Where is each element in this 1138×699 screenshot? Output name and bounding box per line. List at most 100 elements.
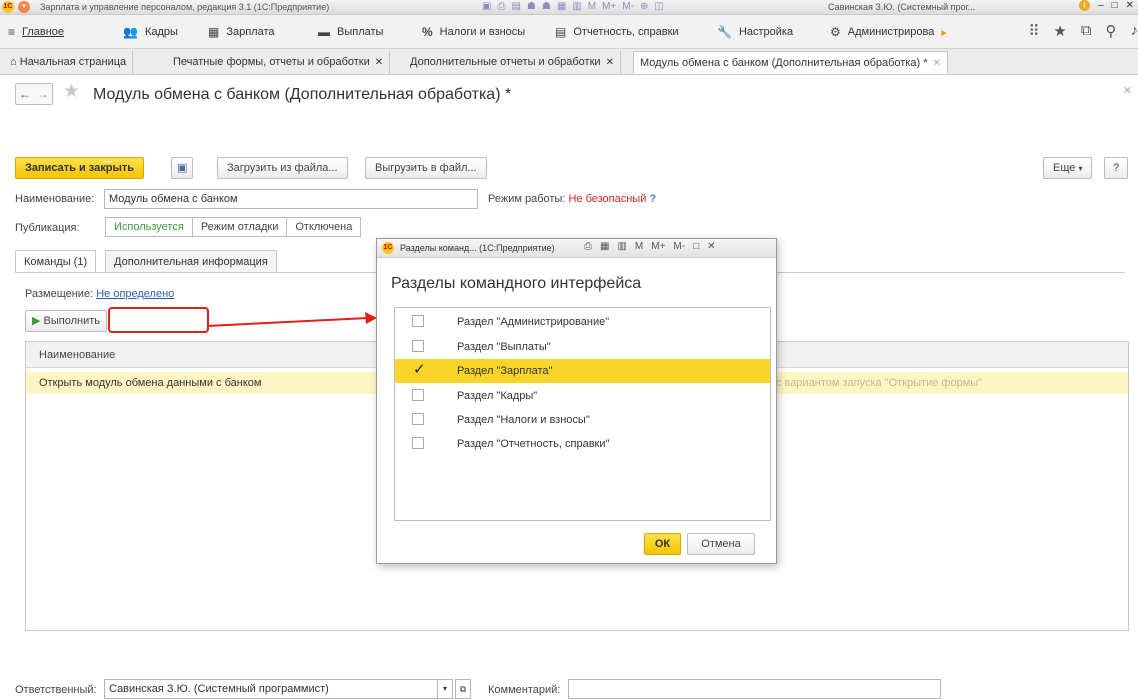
notification-bell-icon[interactable]: ♪ (1131, 22, 1138, 40)
preview-icon[interactable]: ▤ (511, 1, 520, 12)
home-icon: ⌂ (10, 56, 20, 68)
list-item[interactable]: Раздел "Кадры" (395, 384, 770, 408)
wrench-icon: 🔧 (717, 25, 732, 39)
favorites-star-icon[interactable]: ★ (1053, 22, 1066, 40)
calendar-icon[interactable]: ▥ (617, 241, 626, 252)
load-from-file-button[interactable]: Загрузить из файла... (217, 157, 348, 179)
close-form-icon[interactable]: ✕ (1123, 84, 1132, 97)
mode-help-icon[interactable]: ? (649, 193, 656, 205)
list-item[interactable]: Раздел "Отчетность, справки" (395, 432, 770, 456)
publication-disabled[interactable]: Отключена (286, 217, 361, 237)
export-to-file-button[interactable]: Выгрузить в файл... (365, 157, 487, 179)
checkbox[interactable] (412, 389, 424, 401)
current-user[interactable]: Савинская З.Ю. (Системный прог... (828, 2, 975, 12)
print-icon[interactable]: ⎙ (497, 1, 505, 12)
info-icon[interactable]: i (1079, 0, 1090, 11)
minimize-icon[interactable]: – (1098, 0, 1104, 11)
publication-switch: Используется Режим отладки Отключена (106, 217, 361, 237)
menu-item-settings[interactable]: 🔧Настройка (717, 25, 793, 39)
responsible-open-icon[interactable]: ⧉ (455, 679, 471, 699)
close-tab-icon[interactable]: ✕ (606, 57, 614, 68)
calculator-icon: ▦ (208, 25, 219, 39)
checkbox[interactable] (412, 413, 424, 425)
checkbox[interactable] (412, 315, 424, 327)
menu-item-main[interactable]: ≡Главное (8, 25, 64, 39)
back-arrow-icon[interactable]: ← (19, 87, 31, 101)
zoom-icon[interactable]: ⊕ (640, 1, 648, 12)
memory-mminus-icon[interactable]: M- (673, 241, 685, 252)
table-icon[interactable]: ▦ (557, 1, 566, 12)
annotation-highlight-rect (108, 307, 209, 333)
tab-home[interactable]: ⌂ Начальная страница (4, 51, 133, 74)
publication-debug[interactable]: Режим отладки (192, 217, 288, 237)
tab-print-forms[interactable]: Печатные формы, отчеты и обработки✕ (167, 51, 390, 74)
panel-icon[interactable]: ◫ (654, 1, 663, 12)
main-menu-dropdown-icon[interactable]: ▾ (18, 1, 30, 13)
comment-input[interactable] (568, 679, 941, 699)
menu-item-salary[interactable]: ▦Зарплата (208, 25, 275, 39)
menu-item-reports[interactable]: ▤Отчетность, справки (555, 25, 679, 39)
app-logo-icon: 1С (382, 242, 394, 254)
memory-m-icon[interactable]: M (635, 241, 643, 252)
help-button[interactable]: ? (1104, 157, 1128, 179)
maximize-icon[interactable]: □ (1112, 0, 1118, 11)
memory-m-icon[interactable]: M (588, 1, 596, 12)
placement-link[interactable]: Не определено (96, 288, 174, 300)
history-icon[interactable]: ⧉ (1081, 22, 1092, 40)
execute-button[interactable]: ▶ Выполнить (25, 310, 107, 332)
list-item[interactable]: Раздел "Выплаты" (395, 335, 770, 359)
print-icon[interactable]: ⎙ (584, 241, 592, 252)
more-arrow-icon[interactable]: ▸ (941, 26, 947, 39)
users-icon[interactable]: ☗ (527, 1, 536, 12)
checkbox-checked[interactable]: ✓ (412, 364, 424, 376)
menu-item-payments[interactable]: ▬Выплаты (318, 25, 383, 39)
publication-used[interactable]: Используется (105, 217, 193, 237)
tab-additional-reports[interactable]: Дополнительные отчеты и обработки✕ (404, 51, 621, 74)
memory-mminus-icon[interactable]: M- (622, 1, 634, 12)
title-toolbar: ▣ ⎙ ▤ ☗ ☗ ▦ ▥ M M+ M- ⊕ ◫ (482, 1, 664, 12)
window-controls: i – □ ✕ (1079, 0, 1134, 11)
responsible-dropdown-icon[interactable]: ▾ (437, 679, 453, 699)
search-icon[interactable]: ⚲ (1106, 22, 1117, 40)
apps-grid-icon[interactable]: ⠿ (1028, 22, 1039, 40)
maximize-icon[interactable]: □ (693, 241, 699, 252)
tab-commands[interactable]: Команды (1) (15, 250, 96, 273)
menu-item-hr[interactable]: 👥Кадры (123, 25, 178, 39)
checkbox[interactable] (412, 437, 424, 449)
tab-bank-module[interactable]: Модуль обмена с банком (Дополнительная о… (633, 51, 948, 74)
calendar-icon[interactable]: ▥ (572, 1, 581, 12)
ok-button[interactable]: ОК (644, 533, 681, 555)
list-item[interactable]: Раздел "Администрирование" (395, 310, 770, 334)
menu-item-admin[interactable]: ⚙Администрирова▸ (830, 25, 947, 39)
checkbox[interactable] (412, 340, 424, 352)
back-forward-buttons[interactable]: ← → (15, 83, 53, 105)
save-button[interactable]: ▣ (171, 157, 193, 179)
responsible-input[interactable]: Савинская З.Ю. (Системный программист) (104, 679, 438, 699)
cancel-button[interactable]: Отмена (687, 533, 755, 555)
favorite-star-icon[interactable]: ★ (63, 80, 80, 103)
close-dialog-icon[interactable]: ✕ (707, 241, 715, 252)
table-icon[interactable]: ▦ (600, 241, 609, 252)
column-name-header[interactable]: Наименование (39, 349, 115, 361)
more-button[interactable]: Еще ▾ (1043, 157, 1092, 179)
save-icon[interactable]: ▣ (482, 1, 491, 12)
dialog-window-title: Разделы команд... (1С:Предприятие) (400, 243, 555, 253)
mode-label: Режим работы: Не безопасный ? (488, 193, 656, 205)
forward-arrow-icon[interactable]: → (37, 87, 49, 101)
save-and-close-button[interactable]: Записать и закрыть (15, 157, 144, 179)
report-icon: ▤ (555, 25, 566, 39)
close-tab-icon[interactable]: ✕ (933, 58, 941, 69)
name-input[interactable]: Модуль обмена с банком (104, 189, 478, 209)
tab-additional-info[interactable]: Дополнительная информация (105, 250, 277, 273)
responsible-label: Ответственный: (15, 684, 97, 696)
list-item[interactable]: ✓Раздел "Зарплата" (395, 359, 770, 383)
close-window-icon[interactable]: ✕ (1126, 0, 1134, 11)
list-item[interactable]: Раздел "Налоги и взносы" (395, 408, 770, 432)
users2-icon[interactable]: ☗ (542, 1, 551, 12)
memory-mplus-icon[interactable]: M+ (651, 241, 665, 252)
dialog-titlebar: 1С Разделы команд... (1С:Предприятие) ⎙ … (377, 239, 776, 258)
menu-item-taxes[interactable]: %Налоги и взносы (422, 25, 525, 39)
memory-mplus-icon[interactable]: M+ (602, 1, 616, 12)
close-tab-icon[interactable]: ✕ (375, 57, 383, 68)
main-menu-bar: ≡Главное 👥Кадры ▦Зарплата ▬Выплаты %Нало… (0, 15, 1138, 49)
